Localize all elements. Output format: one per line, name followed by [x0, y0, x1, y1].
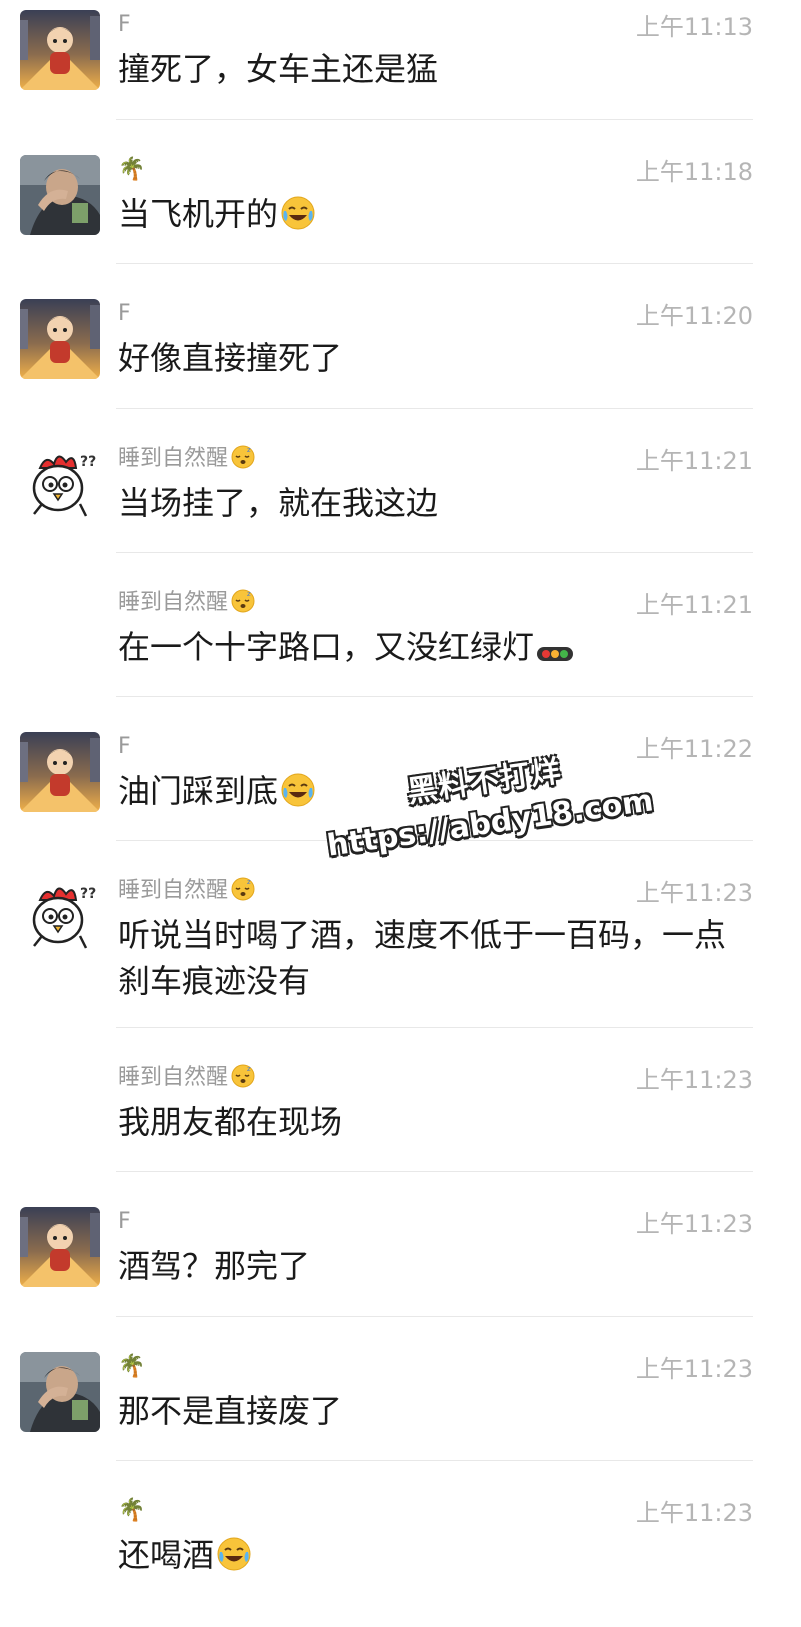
svg-text:??: ??	[80, 454, 96, 470]
cartoon-character-avatar[interactable]	[20, 10, 100, 90]
man-photo-avatar[interactable]	[20, 155, 100, 235]
chat-message[interactable]: F 上午11:20 好像直接撞死了	[0, 289, 801, 407]
sender-name-text: 🌴	[118, 1498, 146, 1523]
message-text: 听说当时喝了酒，速度不低于一百码，一点刹车痕迹没有	[118, 912, 748, 1004]
message-divider	[116, 1027, 753, 1028]
svg-text:z: z	[247, 446, 251, 454]
message-divider	[116, 408, 753, 409]
message-text: 还喝酒	[118, 1532, 748, 1584]
message-text-content: 当飞机开的	[118, 195, 279, 233]
sender-name: 🌴	[118, 1496, 145, 1526]
laughing-crying-emoji-icon	[280, 195, 316, 243]
sender-name: 睡到自然醒 z	[118, 444, 256, 479]
sender-name-text: 睡到自然醒	[118, 878, 229, 903]
message-text-content: 听说当时喝了酒，速度不低于一百码，一点刹车痕迹没有	[118, 916, 727, 1000]
message-text-content: 撞死了，女车主还是猛	[118, 50, 439, 88]
cartoon-character-avatar[interactable]	[20, 1207, 100, 1287]
message-divider	[116, 1171, 753, 1172]
sender-name-text: F	[118, 734, 131, 759]
message-text: 酒驾？那完了	[118, 1243, 748, 1289]
chat-message-list: F 上午11:13 撞死了，女车主还是猛 🌴 上午11:18 当飞机开的 F 上午11:20 好…	[0, 0, 801, 1627]
chat-message[interactable]: 🌴 上午11:18 当飞机开的	[0, 145, 801, 263]
sleepy-emoji-icon: z	[230, 588, 256, 623]
message-text-content: 当场挂了，就在我这边	[118, 484, 439, 522]
chat-message[interactable]: ?? 睡到自然醒 z 上午11:21 当场挂了，就在我这边	[0, 434, 801, 552]
sender-name-text: F	[118, 1209, 131, 1234]
message-timestamp: 上午11:13	[635, 13, 753, 41]
message-text-content: 我朋友都在现场	[118, 1103, 343, 1141]
message-divider	[116, 1460, 753, 1461]
svg-text:z: z	[247, 1065, 251, 1073]
sleepy-emoji-icon: z	[230, 876, 256, 911]
message-divider	[116, 119, 753, 120]
cartoon-character-avatar[interactable]	[20, 299, 100, 379]
message-text: 撞死了，女车主还是猛	[118, 46, 748, 92]
message-divider	[116, 1316, 753, 1317]
sender-name-text: 🌴	[118, 1354, 146, 1379]
message-text-content: 好像直接撞死了	[118, 339, 343, 377]
message-text-content: 还喝酒	[118, 1536, 215, 1574]
laughing-crying-emoji-icon	[280, 772, 316, 820]
message-text-content: 那不是直接废了	[118, 1392, 343, 1430]
message-text-content: 油门踩到底	[118, 772, 279, 810]
message-timestamp: 上午11:21	[635, 591, 753, 619]
message-divider	[116, 263, 753, 264]
sender-name-text: F	[118, 12, 131, 37]
message-text-content: 酒驾？那完了	[118, 1247, 311, 1285]
cartoon-character-avatar[interactable]	[20, 732, 100, 812]
message-timestamp: 上午11:21	[635, 447, 753, 475]
message-text: 好像直接撞死了	[118, 335, 748, 381]
message-text: 在一个十字路口，又没红绿灯	[118, 624, 748, 676]
sender-name: 🌴	[118, 155, 145, 185]
svg-text:z: z	[247, 590, 251, 598]
message-text: 我朋友都在现场	[118, 1099, 748, 1145]
message-timestamp: 上午11:18	[635, 158, 753, 186]
message-timestamp: 上午11:23	[635, 1499, 753, 1527]
chat-message[interactable]: F 上午11:13 撞死了，女车主还是猛	[0, 0, 801, 118]
sleepy-emoji-icon: z	[230, 444, 256, 479]
sender-name-text: 睡到自然醒	[118, 446, 229, 471]
chat-message[interactable]: 睡到自然醒 z 上午11:21 在一个十字路口，又没红绿灯	[0, 578, 801, 696]
chat-message[interactable]: ?? 睡到自然醒 z 上午11:23 听说当时喝了酒，速度不低于一百码，一点刹车痕迹没有	[0, 866, 801, 1026]
sender-name: F	[118, 299, 131, 329]
chat-message[interactable]: 🌴 上午11:23 还喝酒	[0, 1486, 801, 1626]
svg-text:z: z	[247, 878, 251, 886]
sleepy-emoji-icon: z	[230, 1063, 256, 1098]
chat-message[interactable]: F 上午11:22 油门踩到底	[0, 722, 801, 840]
message-text: 油门踩到底	[118, 768, 748, 820]
svg-text:??: ??	[80, 886, 96, 902]
confused-chicken-avatar[interactable]: ??	[20, 876, 100, 956]
chat-message[interactable]: F 上午11:23 酒驾？那完了	[0, 1197, 801, 1315]
sender-name: 睡到自然醒 z	[118, 876, 256, 911]
message-timestamp: 上午11:22	[635, 735, 753, 763]
sender-name: F	[118, 732, 131, 762]
message-timestamp: 上午11:20	[635, 302, 753, 330]
sender-name-text: 睡到自然醒	[118, 1065, 229, 1090]
message-text: 那不是直接废了	[118, 1388, 748, 1434]
message-timestamp: 上午11:23	[635, 879, 753, 907]
message-timestamp: 上午11:23	[635, 1066, 753, 1094]
sender-name: F	[118, 10, 131, 40]
message-timestamp: 上午11:23	[635, 1355, 753, 1383]
laughing-crying-emoji-icon	[216, 1536, 252, 1584]
message-text: 当飞机开的	[118, 191, 748, 243]
message-divider	[116, 840, 753, 841]
chat-message[interactable]: 睡到自然醒 z 上午11:23 我朋友都在现场	[0, 1053, 801, 1171]
man-photo-avatar[interactable]	[20, 1352, 100, 1432]
sender-name-text: F	[118, 301, 131, 326]
chat-message[interactable]: 🌴 上午11:23 那不是直接废了	[0, 1342, 801, 1460]
sender-name: 睡到自然醒 z	[118, 588, 256, 623]
sender-name: 🌴	[118, 1352, 145, 1382]
message-text: 当场挂了，就在我这边	[118, 480, 748, 526]
sender-name-text: 🌴	[118, 157, 146, 182]
message-divider	[116, 696, 753, 697]
sender-name-text: 睡到自然醒	[118, 590, 229, 615]
sender-name: F	[118, 1207, 131, 1237]
sender-name: 睡到自然醒 z	[118, 1063, 256, 1098]
confused-chicken-avatar[interactable]: ??	[20, 444, 100, 524]
traffic-light-emoji-icon	[536, 630, 574, 676]
message-divider	[116, 552, 753, 553]
message-text-content: 在一个十字路口，又没红绿灯	[118, 628, 535, 666]
message-timestamp: 上午11:23	[635, 1210, 753, 1238]
